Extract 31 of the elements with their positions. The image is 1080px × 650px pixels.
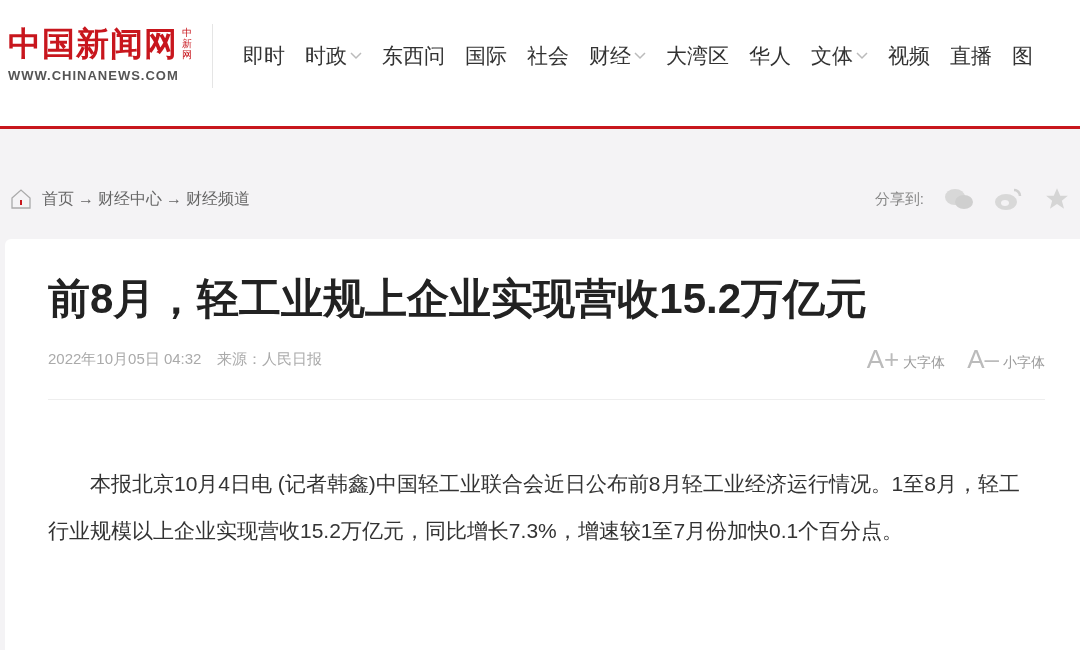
home-icon[interactable]: [10, 188, 32, 210]
nav-link[interactable]: 时政: [305, 40, 362, 72]
logo-wordmark[interactable]: 中国新闻网: [8, 24, 178, 64]
nav-link[interactable]: 大湾区: [666, 40, 729, 72]
logo-url: WWW.CHINANEWS.COM: [8, 68, 180, 84]
nav-link[interactable]: 华人: [749, 40, 791, 72]
logo-vertical-text: 中新网: [182, 27, 192, 60]
nav-link[interactable]: 即时: [243, 40, 285, 72]
nav-link[interactable]: 图: [1012, 40, 1033, 72]
chevron-down-icon: [350, 52, 362, 60]
breadcrumb-link[interactable]: 首页: [42, 187, 74, 211]
breadcrumb-link[interactable]: 财经频道: [186, 187, 250, 211]
share-label: 分享到:: [874, 188, 924, 209]
publish-date: 2022年10月05日 04:32: [48, 348, 202, 369]
nav-link[interactable]: 视频: [888, 40, 930, 72]
nav-link[interactable]: 财经: [589, 40, 646, 72]
article-paragraph: 本报北京10月4日电 (记者韩鑫)中国轻工业联合会近日公布前8月轻工业经济运行情况。1至8月，轻工行业规模以上企业实现营收15.2万亿元，同比增长7.3%，增速较1至7月份加快0.1个百分点。: [48, 471, 1021, 544]
article-source: 来源：人民日报: [217, 348, 323, 369]
wechat-icon[interactable]: [944, 187, 974, 211]
nav-link[interactable]: 直播: [950, 40, 992, 72]
nav-link[interactable]: 东西问: [382, 40, 445, 72]
nav-link[interactable]: 社会: [527, 40, 569, 72]
breadcrumb-separator: →: [166, 189, 182, 209]
weibo-icon[interactable]: [994, 187, 1024, 211]
nav-link[interactable]: 文体: [811, 40, 868, 72]
article-title: 前8月，轻工业规上企业实现营收15.2万亿元: [48, 274, 869, 324]
breadcrumb-separator: →: [78, 189, 94, 209]
chevron-down-icon: [634, 52, 646, 60]
nav-link[interactable]: 国际: [465, 40, 507, 72]
breadcrumb-link[interactable]: 财经中心: [98, 187, 162, 211]
chevron-down-icon: [856, 52, 868, 60]
